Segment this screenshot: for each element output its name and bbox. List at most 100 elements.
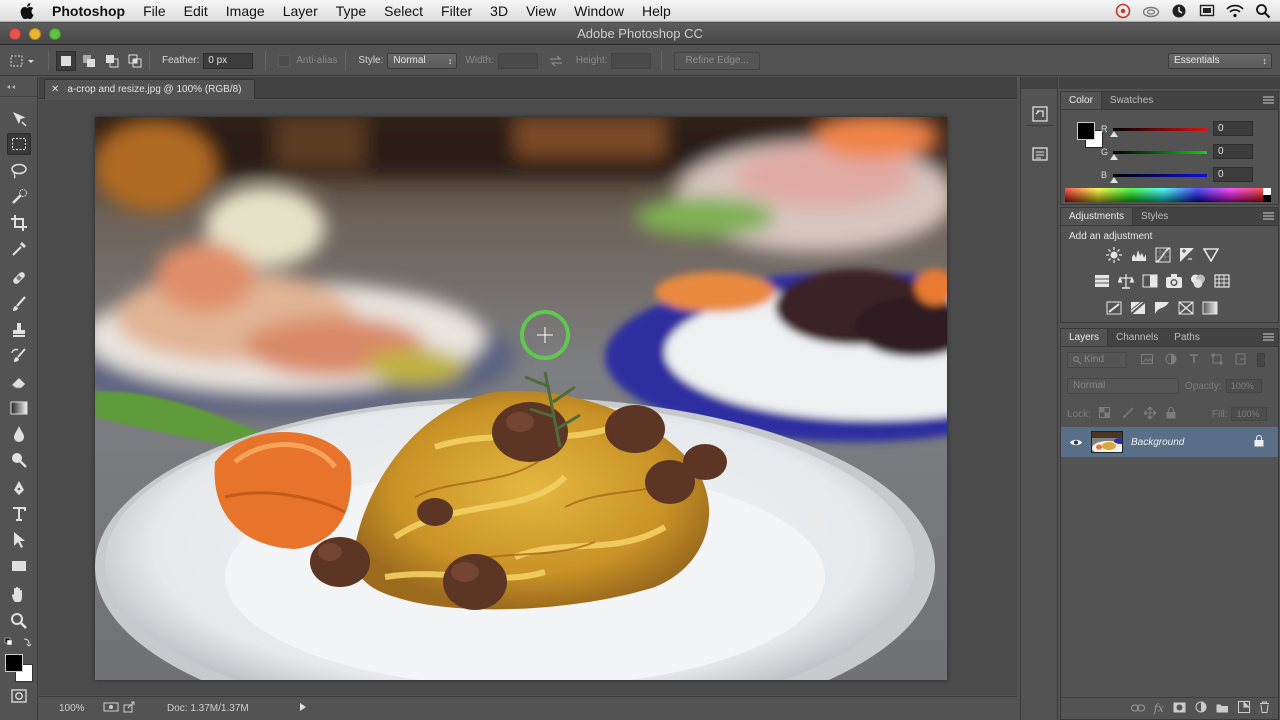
dock-collapse-bar[interactable] xyxy=(1021,77,1057,89)
status-menu-arrow-icon[interactable] xyxy=(299,702,307,715)
panel-menu-icon[interactable] xyxy=(1263,211,1274,222)
tool-preset-picker[interactable] xyxy=(0,53,44,69)
cloud-icon[interactable] xyxy=(1142,2,1160,20)
pixel-filter-icon[interactable] xyxy=(1141,353,1153,367)
red-slider-track[interactable] xyxy=(1110,127,1207,137)
menu-layer[interactable]: Layer xyxy=(274,0,327,22)
new-layer-icon[interactable] xyxy=(1238,701,1250,716)
blue-value-input[interactable]: 0 xyxy=(1213,167,1253,182)
layer-row[interactable]: Background xyxy=(1061,427,1278,457)
path-selection-tool-icon[interactable] xyxy=(7,529,31,551)
tools-panel-header[interactable] xyxy=(0,77,37,97)
tab-paths[interactable]: Paths xyxy=(1166,329,1208,346)
hand-tool-icon[interactable] xyxy=(7,584,31,606)
status-bar-export-icon[interactable] xyxy=(123,701,137,716)
lasso-tool-icon[interactable] xyxy=(7,160,31,182)
spotlight-icon[interactable] xyxy=(1254,2,1272,20)
lock-all-icon[interactable] xyxy=(1166,406,1176,422)
blue-slider-knob[interactable] xyxy=(1110,176,1118,183)
green-slider-track[interactable] xyxy=(1110,150,1207,160)
move-tool-icon[interactable] xyxy=(7,108,31,130)
type-filter-icon[interactable] xyxy=(1189,353,1199,367)
menu-type[interactable]: Type xyxy=(327,0,375,22)
crop-tool-icon[interactable] xyxy=(7,212,31,234)
menu-app-name[interactable]: Photoshop xyxy=(46,0,134,22)
wifi-icon[interactable] xyxy=(1226,2,1244,20)
gradient-tool-icon[interactable] xyxy=(7,397,31,419)
workspace-select[interactable]: Essentials xyxy=(1168,53,1272,69)
new-group-icon[interactable] xyxy=(1216,702,1229,716)
type-tool-icon[interactable] xyxy=(7,503,31,525)
style-select[interactable]: Normal xyxy=(387,52,458,69)
swap-dimensions-icon[interactable] xyxy=(544,55,568,67)
hue-saturation-icon[interactable] xyxy=(1093,272,1111,290)
screen-icon[interactable] xyxy=(1198,2,1216,20)
document-tab[interactable]: ✕ a-crop and resize.jpg @ 100% (RGB/8) xyxy=(44,79,255,99)
red-value-input[interactable]: 0 xyxy=(1213,121,1253,136)
tab-color[interactable]: Color xyxy=(1061,92,1102,109)
feather-input[interactable]: 0 px xyxy=(203,52,254,69)
adjustment-filter-icon[interactable] xyxy=(1165,353,1177,368)
blue-slider[interactable]: B 0 xyxy=(1101,166,1253,184)
subtract-selection-mode-icon[interactable] xyxy=(102,51,122,71)
menu-select[interactable]: Select xyxy=(375,0,432,22)
opacity-input[interactable]: 100% xyxy=(1225,379,1262,393)
menu-filter[interactable]: Filter xyxy=(432,0,481,22)
vibrance-icon[interactable] xyxy=(1202,246,1220,264)
black-ramp-swatch[interactable] xyxy=(1263,195,1271,202)
tab-swatches[interactable]: Swatches xyxy=(1102,92,1161,109)
quick-mask-icon[interactable] xyxy=(7,687,31,705)
levels-icon[interactable] xyxy=(1130,246,1148,264)
canvas-area[interactable] xyxy=(39,100,1017,695)
menu-edit[interactable]: Edit xyxy=(175,0,217,22)
link-layers-icon[interactable] xyxy=(1130,703,1145,715)
black-white-icon[interactable] xyxy=(1141,272,1159,290)
new-selection-mode-icon[interactable] xyxy=(56,50,76,71)
layer-lock-icon[interactable] xyxy=(1254,435,1264,450)
threshold-icon[interactable] xyxy=(1153,299,1171,317)
layer-kind-filter[interactable]: Kind xyxy=(1067,352,1127,368)
menu-3d[interactable]: 3D xyxy=(481,0,517,22)
visibility-eye-icon[interactable] xyxy=(1061,438,1091,447)
menu-help[interactable]: Help xyxy=(633,0,680,22)
photo-filter-icon[interactable] xyxy=(1165,272,1183,290)
intersect-selection-mode-icon[interactable] xyxy=(125,51,145,71)
green-value-input[interactable]: 0 xyxy=(1213,144,1253,159)
delete-layer-icon[interactable] xyxy=(1259,701,1270,716)
curves-icon[interactable] xyxy=(1154,246,1172,264)
green-slider[interactable]: G 0 xyxy=(1101,143,1253,161)
color-lookup-icon[interactable] xyxy=(1213,272,1231,290)
fill-input[interactable]: 100% xyxy=(1231,407,1268,421)
blend-mode-select[interactable]: Normal xyxy=(1067,378,1179,394)
shape-filter-icon[interactable] xyxy=(1211,353,1223,368)
rectangle-tool-icon[interactable] xyxy=(7,555,31,577)
posterize-icon[interactable] xyxy=(1129,299,1147,317)
panels-collapse-bar[interactable] xyxy=(1059,77,1280,89)
anti-alias-checkbox[interactable] xyxy=(278,54,291,67)
time-machine-icon[interactable] xyxy=(1170,2,1188,20)
blue-slider-track[interactable] xyxy=(1110,173,1207,183)
blur-tool-icon[interactable] xyxy=(7,423,31,445)
height-input[interactable] xyxy=(611,52,652,69)
panel-menu-icon[interactable] xyxy=(1263,332,1274,343)
clone-stamp-tool-icon[interactable] xyxy=(7,319,31,341)
lock-transparent-pixels-icon[interactable] xyxy=(1098,407,1110,421)
eraser-tool-icon[interactable] xyxy=(7,371,31,393)
channel-mixer-icon[interactable] xyxy=(1189,272,1207,290)
color-panel-foreground-swatch[interactable] xyxy=(1077,122,1095,140)
add-mask-icon[interactable] xyxy=(1173,702,1186,716)
tab-adjustments[interactable]: Adjustments xyxy=(1061,208,1134,225)
gradient-map-icon[interactable] xyxy=(1201,299,1219,317)
new-adjustment-layer-icon[interactable] xyxy=(1195,701,1207,716)
pen-tool-icon[interactable] xyxy=(7,477,31,499)
tab-styles[interactable]: Styles xyxy=(1133,208,1176,225)
smart-object-filter-icon[interactable] xyxy=(1235,353,1247,368)
zoom-tool-icon[interactable] xyxy=(7,610,31,632)
history-brush-tool-icon[interactable] xyxy=(7,345,31,367)
tab-layers[interactable]: Layers xyxy=(1061,329,1109,346)
close-document-icon[interactable]: ✕ xyxy=(51,84,59,95)
tab-channels[interactable]: Channels xyxy=(1108,329,1166,346)
history-panel-icon[interactable] xyxy=(1031,105,1049,126)
zoom-level[interactable]: 100% xyxy=(59,703,99,714)
healing-brush-tool-icon[interactable] xyxy=(7,267,31,289)
